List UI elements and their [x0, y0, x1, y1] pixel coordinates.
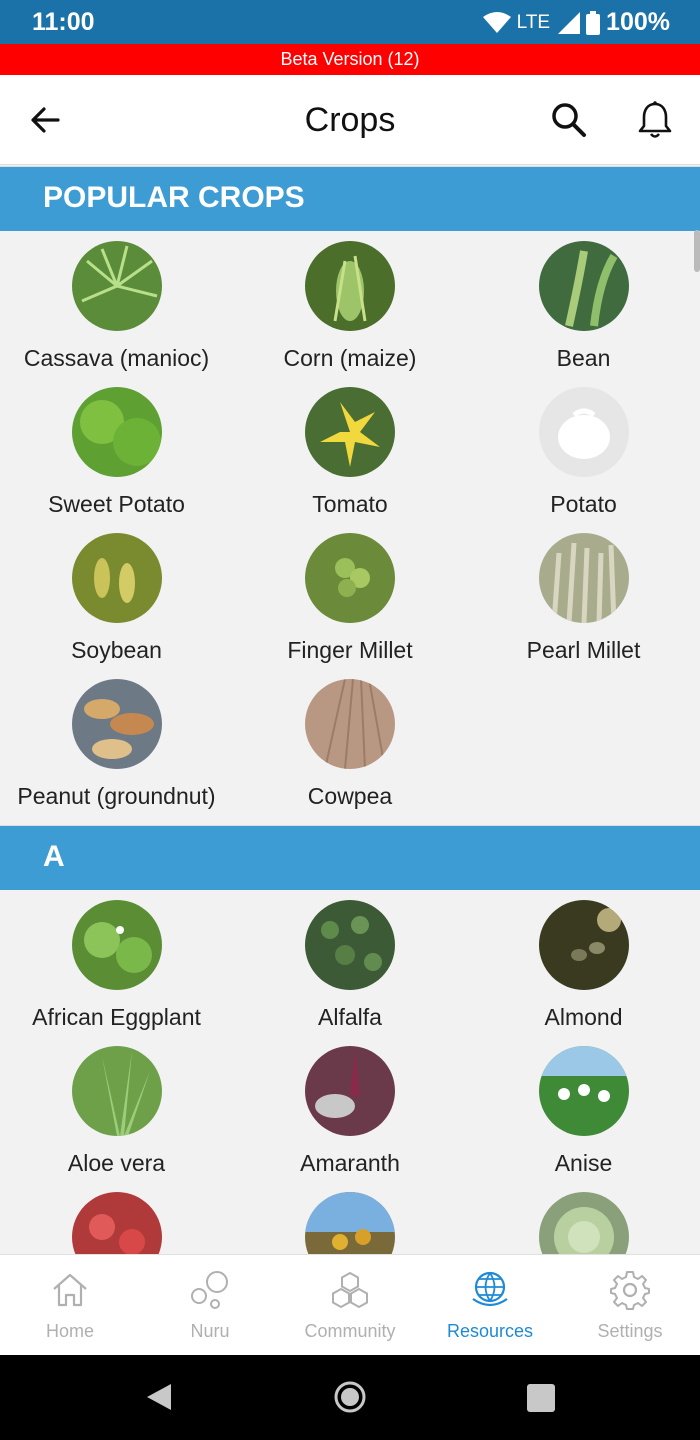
crop-thumbnail	[71, 1046, 162, 1136]
crop-label: Alfalfa	[318, 1004, 382, 1030]
crop-label: Potato	[550, 491, 617, 517]
crop-thumbnail	[538, 1046, 629, 1136]
crop-item[interactable]: African Eggplant	[0, 900, 233, 1046]
nav-home[interactable]: Home	[0, 1255, 140, 1355]
crop-label: Bean	[556, 345, 611, 371]
crop-thumbnail	[305, 533, 395, 623]
popular-crops-grid: Cassava (manioc) Corn (maize) Bean Sweet…	[0, 231, 700, 825]
a-crops-grid: African Eggplant Alfalfa Almond Aloe ver…	[0, 890, 700, 1254]
crop-item[interactable]	[467, 1192, 700, 1254]
nav-home-label: Home	[45, 1321, 94, 1341]
crop-thumbnail	[305, 679, 395, 769]
crop-item[interactable]: Finger Millet	[233, 533, 467, 679]
system-back-icon[interactable]	[145, 1382, 173, 1412]
crop-label: Amaranth	[300, 1150, 400, 1176]
gear-icon	[610, 1271, 650, 1310]
system-home-icon[interactable]	[333, 1380, 367, 1414]
status-indicators: LTE 100%	[482, 8, 670, 37]
section-header-popular: POPULAR CROPS	[0, 166, 700, 231]
crop-item[interactable]	[0, 1192, 233, 1254]
crop-item[interactable]	[233, 1192, 467, 1254]
bottom-navigation: Home Nuru Community Resources Settings	[0, 1254, 700, 1355]
status-bar: 11:00 LTE 100%	[0, 0, 700, 44]
nav-community[interactable]: Community	[280, 1255, 420, 1355]
section-header-a: A	[0, 825, 700, 890]
crop-item[interactable]: Anise	[467, 1046, 700, 1192]
app-bar: Crops	[0, 75, 700, 165]
crop-item[interactable]: Soybean	[0, 533, 233, 679]
nav-settings[interactable]: Settings	[560, 1255, 700, 1355]
crop-item[interactable]: Amaranth	[233, 1046, 467, 1192]
battery-percent: 100%	[606, 8, 670, 36]
crop-thumbnail	[71, 533, 162, 623]
crop-item[interactable]: Pearl Millet	[467, 533, 700, 679]
crop-thumbnail	[305, 387, 395, 477]
nav-nuru-label: Nuru	[190, 1321, 230, 1341]
crop-thumbnail	[538, 1192, 629, 1254]
crop-label: Finger Millet	[287, 637, 413, 663]
nav-resources[interactable]: Resources	[420, 1255, 560, 1355]
page-title: Crops	[304, 101, 396, 139]
crop-label: Cassava (manioc)	[23, 345, 210, 371]
resources-globe-icon	[472, 1271, 508, 1307]
crop-thumbnail	[305, 900, 395, 990]
crop-item[interactable]: Corn (maize)	[233, 241, 467, 387]
search-icon[interactable]	[550, 101, 588, 139]
crop-thumbnail	[71, 679, 162, 769]
crop-thumbnail	[305, 1192, 395, 1254]
crop-label: Sweet Potato	[48, 491, 185, 517]
crop-item[interactable]: Cassava (manioc)	[0, 241, 233, 387]
home-icon	[53, 1273, 87, 1307]
crop-item[interactable]: Almond	[467, 900, 700, 1046]
system-navigation-bar	[0, 1355, 700, 1440]
wifi-icon	[482, 11, 511, 33]
crop-label: Corn (maize)	[283, 345, 417, 371]
crop-label: Tomato	[312, 491, 388, 517]
crop-label: Cowpea	[307, 783, 393, 809]
beta-banner: Beta Version (12)	[0, 44, 700, 75]
crop-label: Peanut (groundnut)	[17, 783, 216, 809]
nav-resources-label: Resources	[446, 1321, 534, 1341]
crop-item[interactable]: Peanut (groundnut)	[0, 679, 233, 825]
crop-label: Almond	[544, 1004, 623, 1030]
crop-label: Anise	[554, 1150, 613, 1176]
crop-item[interactable]: Potato	[467, 387, 700, 533]
crop-item[interactable]: Cowpea	[233, 679, 467, 825]
crop-label: Soybean	[71, 637, 162, 663]
notification-bell-icon[interactable]	[634, 99, 676, 141]
status-time: 11:00	[32, 8, 95, 36]
crop-thumbnail	[71, 1192, 162, 1254]
crop-label: African Eggplant	[32, 1004, 201, 1030]
nav-nuru[interactable]: Nuru	[140, 1255, 280, 1355]
nav-settings-label: Settings	[597, 1321, 663, 1341]
community-hexagons-icon	[332, 1271, 368, 1309]
crop-label: Pearl Millet	[526, 637, 641, 663]
nav-community-label: Community	[304, 1321, 396, 1341]
nuru-bubbles-icon	[191, 1271, 228, 1309]
crop-item[interactable]: Alfalfa	[233, 900, 467, 1046]
crop-thumbnail	[71, 900, 162, 990]
crop-thumbnail	[538, 387, 629, 477]
crops-list[interactable]: POPULAR CROPS Cassava (manioc) Corn (mai…	[0, 166, 700, 1254]
signal-icon	[558, 11, 581, 34]
system-recents-icon[interactable]	[527, 1384, 555, 1412]
crop-item[interactable]: Tomato	[233, 387, 467, 533]
battery-icon	[586, 10, 601, 35]
crop-item[interactable]: Sweet Potato	[0, 387, 233, 533]
crop-thumbnail	[71, 241, 162, 331]
crop-thumbnail	[538, 533, 629, 623]
crop-thumbnail	[538, 900, 629, 990]
crop-label: Aloe vera	[67, 1150, 166, 1176]
crop-item[interactable]: Bean	[467, 241, 700, 387]
scrollbar[interactable]	[694, 230, 700, 272]
crop-thumbnail	[538, 241, 629, 331]
crop-thumbnail	[305, 241, 395, 331]
crop-item[interactable]: Aloe vera	[0, 1046, 233, 1192]
crop-thumbnail	[305, 1046, 395, 1136]
network-type: LTE	[516, 11, 551, 33]
crop-thumbnail	[71, 387, 162, 477]
